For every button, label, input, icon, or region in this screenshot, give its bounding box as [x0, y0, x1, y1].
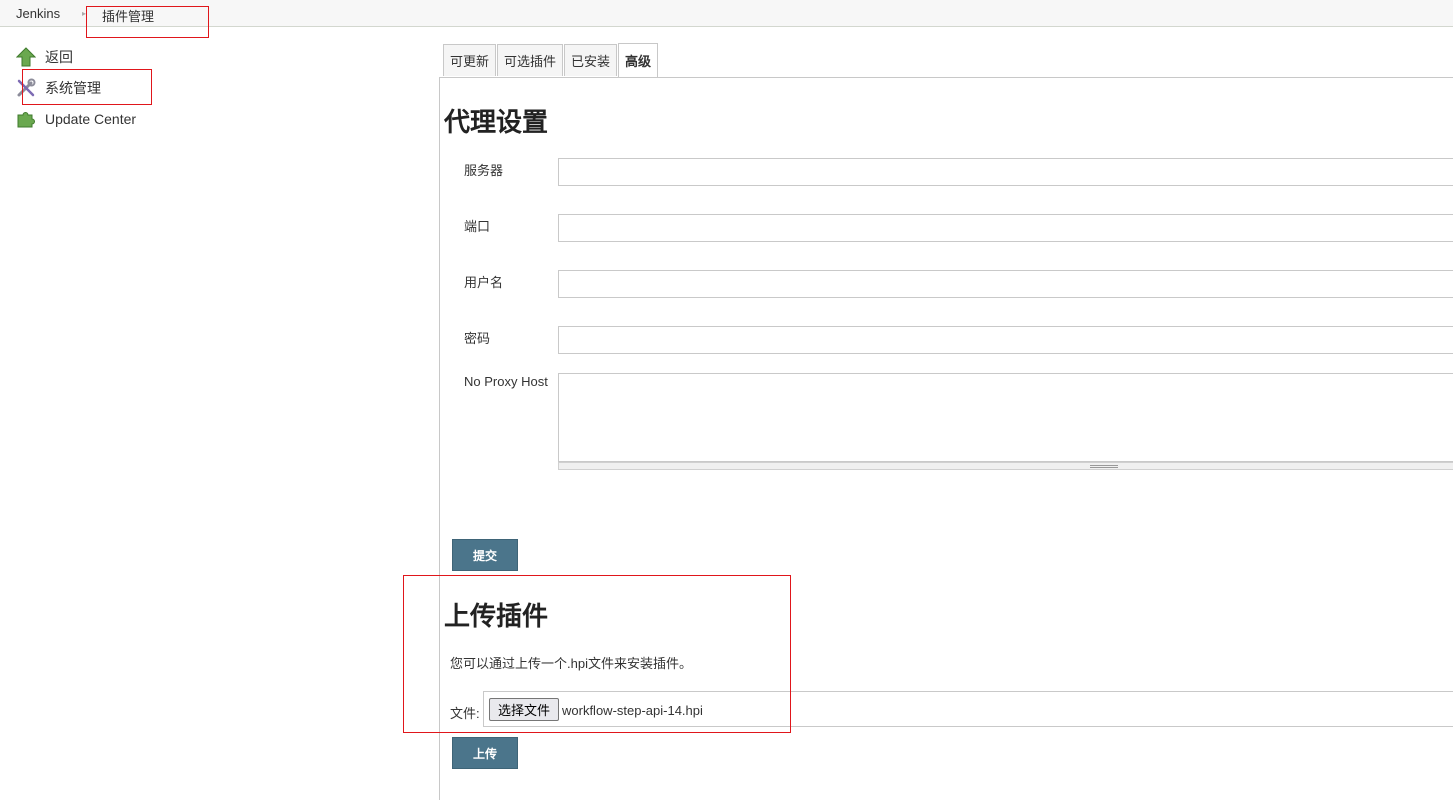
password-label: 密码 [464, 331, 491, 346]
server-input[interactable] [558, 158, 1453, 186]
file-label: 文件: [450, 706, 480, 721]
choose-file-button[interactable]: 选择文件 [489, 698, 560, 721]
resize-grip-icon[interactable] [1090, 465, 1118, 468]
upload-plugin-title: 上传插件 [444, 601, 549, 631]
wrench-screwdriver-icon [16, 78, 36, 98]
up-arrow-icon [15, 47, 37, 67]
breadcrumb-current-link[interactable]: 插件管理 [102, 6, 154, 25]
tab-installed[interactable]: 已安装 [564, 44, 618, 76]
sidebar-item-label: 返回 [45, 49, 73, 65]
sidebar-item-label: 系统管理 [45, 80, 101, 96]
proxy-settings-title: 代理设置 [444, 107, 549, 137]
sidebar-item-label: Update Center [45, 111, 137, 127]
submit-button[interactable]: 提交 [452, 539, 518, 571]
tab-panel-left-border [439, 77, 440, 800]
username-label: 用户名 [464, 275, 504, 290]
sidebar-item-back[interactable]: 返回 [15, 46, 73, 68]
plugin-tabs: 可更新 可选插件 已安装 高级 [443, 43, 659, 77]
tab-available[interactable]: 可选插件 [497, 44, 564, 76]
upload-button[interactable]: 上传 [452, 737, 518, 769]
sidebar-item-manage-jenkins[interactable]: 系统管理 [16, 77, 101, 99]
breadcrumb: Jenkins ▸ 插件管理 [0, 0, 1453, 27]
textarea-resize-bar[interactable] [558, 462, 1453, 470]
sidebar-item-update-center[interactable]: Update Center [16, 108, 136, 130]
port-input[interactable] [558, 214, 1453, 242]
puzzle-icon [16, 109, 36, 129]
no-proxy-host-textarea[interactable] [558, 373, 1453, 462]
tab-panel-top-border [439, 77, 1453, 78]
selected-file-name: workflow-step-api-14.hpi [562, 703, 703, 718]
username-input[interactable] [558, 270, 1453, 298]
tab-updates[interactable]: 可更新 [443, 44, 497, 76]
port-label: 端口 [464, 219, 491, 234]
breadcrumb-separator-icon: ▸ [82, 9, 87, 18]
password-input[interactable] [558, 326, 1453, 354]
tab-advanced[interactable]: 高级 [618, 43, 659, 77]
breadcrumb-home-link[interactable]: Jenkins [16, 6, 60, 21]
upload-description: 您可以通过上传一个.hpi文件来安装插件。 [450, 656, 692, 671]
server-label: 服务器 [464, 163, 504, 178]
no-proxy-host-label: No Proxy Host [464, 374, 548, 389]
